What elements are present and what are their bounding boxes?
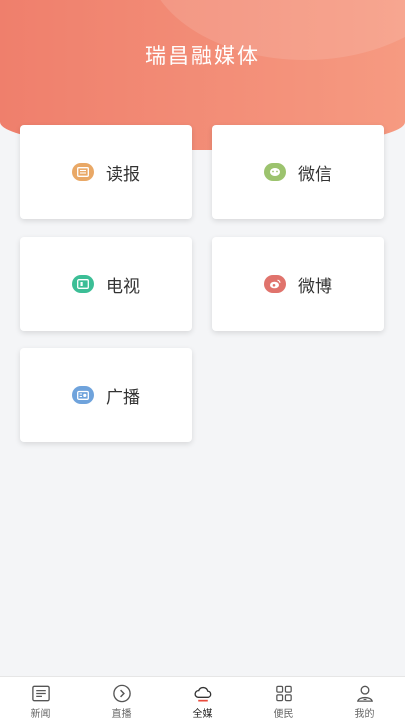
tab-news[interactable]: 新闻 <box>0 677 81 720</box>
radio-icon <box>72 386 94 404</box>
weibo-icon <box>264 275 286 293</box>
card-read-newspaper[interactable]: 读报 <box>20 125 192 219</box>
tab-label: 全媒 <box>192 709 213 720</box>
card-wechat[interactable]: 微信 <box>212 125 384 219</box>
card-label: 微博 <box>298 276 332 297</box>
card-radio[interactable]: 广播 <box>20 348 192 442</box>
live-play-icon <box>112 684 131 703</box>
newspaper-icon <box>72 163 94 181</box>
wechat-icon <box>264 163 286 181</box>
user-icon <box>356 685 373 702</box>
card-label: 读报 <box>106 164 140 185</box>
tab-label: 直播 <box>111 709 132 720</box>
card-weibo[interactable]: 微博 <box>212 237 384 331</box>
tab-label: 便民 <box>273 709 294 720</box>
tab-label: 我的 <box>354 709 375 720</box>
bottom-tab-bar: 新闻 直播 全媒 便民 我的 <box>0 676 405 720</box>
tab-live[interactable]: 直播 <box>81 677 162 720</box>
tab-all-media[interactable]: 全媒 <box>162 677 243 720</box>
tab-convenience[interactable]: 便民 <box>243 677 324 720</box>
card-label: 微信 <box>298 164 332 185</box>
news-icon <box>31 685 50 702</box>
page-title: 瑞昌融媒体 <box>145 44 260 68</box>
card-label: 电视 <box>106 276 140 297</box>
tab-label: 新闻 <box>30 709 51 720</box>
card-label: 广播 <box>106 387 140 408</box>
grid-apps-icon <box>275 685 292 702</box>
cloud-icon <box>193 686 211 702</box>
tv-icon <box>72 275 94 293</box>
card-tv[interactable]: 电视 <box>20 237 192 331</box>
tab-profile[interactable]: 我的 <box>324 677 405 720</box>
